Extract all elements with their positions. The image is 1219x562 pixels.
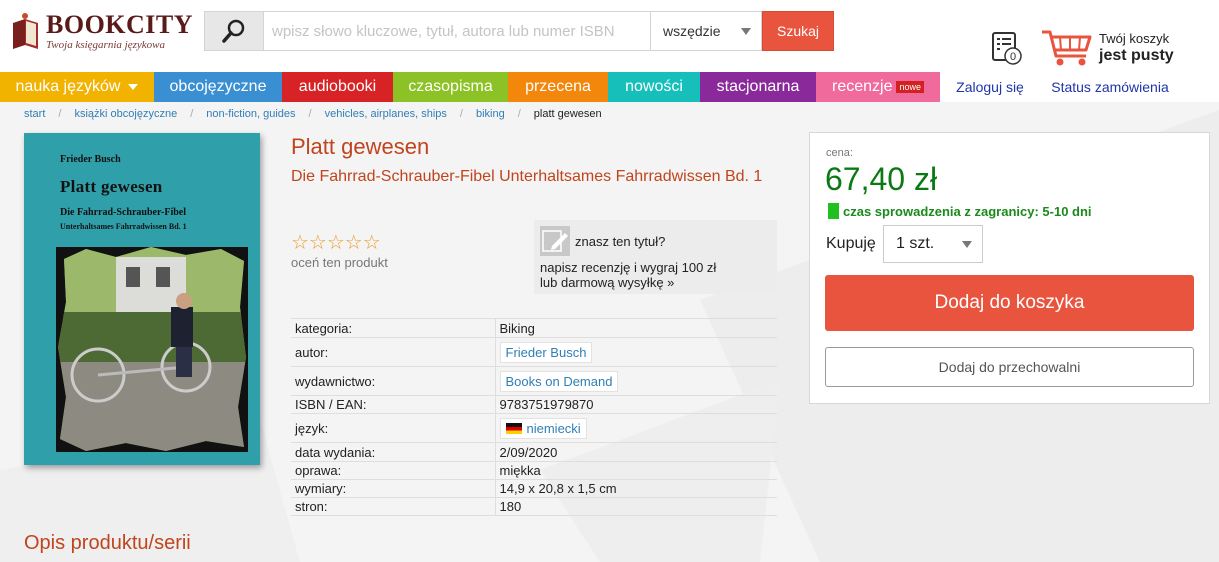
detail-key: oprawa: xyxy=(291,461,495,480)
orders-count: 0 xyxy=(1010,51,1016,63)
site-header: BOOKCITY Twoja księgarnia językowa wszęd… xyxy=(0,0,1219,72)
table-row: ISBN / EAN: 9783751979870 xyxy=(291,395,777,414)
table-row: kategoria: Biking xyxy=(291,318,777,338)
search-scope-value: wszędzie xyxy=(663,23,721,39)
cover-series: Unterhaltsames Fahrradwissen Bd. 1 xyxy=(60,222,187,231)
price-label: cena: xyxy=(826,147,853,159)
pencil-icon xyxy=(540,226,570,256)
nav-item-nauka-jezykow[interactable]: nauka języków xyxy=(0,72,154,102)
book-cover[interactable]: Frieder Busch Platt gewesen Die Fahrrad-… xyxy=(24,133,260,465)
cart-status: jest pusty xyxy=(1099,47,1174,64)
cover-author: Frieder Busch xyxy=(60,154,121,165)
chevron-down-icon xyxy=(741,27,751,35)
book-logo-icon xyxy=(10,11,42,51)
availability-indicator-icon xyxy=(828,203,839,219)
add-to-storage-button[interactable]: Dodaj do przechowalni xyxy=(825,347,1194,387)
add-to-cart-button[interactable]: Dodaj do koszyka xyxy=(825,275,1194,331)
breadcrumb-start[interactable]: start xyxy=(24,108,45,120)
search-button[interactable]: Szukaj xyxy=(762,11,834,51)
detail-key: stron: xyxy=(291,497,495,516)
nav-item-nowosci[interactable]: nowości xyxy=(608,72,700,102)
orders-icon[interactable]: 0 xyxy=(988,30,1024,66)
language-link[interactable]: niemiecki xyxy=(499,417,587,439)
german-flag-icon xyxy=(505,422,522,434)
breadcrumb-non-fiction[interactable]: non-fiction, guides xyxy=(206,108,295,120)
breadcrumb-current: platt gewesen xyxy=(533,108,602,120)
product-subtitle: Die Fahrrad-Schrauber-Fibel Unterhaltsam… xyxy=(291,168,763,185)
nav-item-przecena[interactable]: przecena xyxy=(508,72,608,102)
detail-value: Biking xyxy=(494,318,777,338)
table-row: język: niemiecki xyxy=(291,413,777,443)
product-details-table: kategoria: Biking autor: Frieder Busch w… xyxy=(291,318,777,516)
detail-value: miękka xyxy=(494,461,777,480)
breadcrumb-vehicles[interactable]: vehicles, airplanes, ships xyxy=(325,108,447,120)
detail-key: język: xyxy=(291,413,495,443)
detail-key: ISBN / EAN: xyxy=(291,395,495,414)
detail-key: wymiary: xyxy=(291,479,495,498)
review-question: znasz ten tytuł? xyxy=(575,234,666,249)
nav-item-audiobooki[interactable]: audiobooki xyxy=(282,72,393,102)
cover-subtitle: Die Fahrrad-Schrauber-Fibel xyxy=(60,207,187,218)
order-status-link[interactable]: Status zamówienia xyxy=(1040,72,1180,102)
cover-title: Platt gewesen xyxy=(60,177,163,196)
detail-key: autor: xyxy=(291,337,495,367)
detail-value: 2/09/2020 xyxy=(494,442,777,462)
quantity-label: Kupuję xyxy=(826,235,876,252)
detail-value: 180 xyxy=(494,497,777,516)
rate-label: oceń ten produkt xyxy=(291,255,388,270)
nav-item-stacjonarna[interactable]: stacjonarna xyxy=(700,72,816,102)
main-nav: nauka języków obcojęzyczne audiobooki cz… xyxy=(0,72,1219,102)
search-scope-select[interactable]: wszędzie xyxy=(651,11,762,51)
detail-key: wydawnictwo: xyxy=(291,366,495,396)
detail-value: 14,9 x 20,8 x 1,5 cm xyxy=(494,479,777,498)
rating-stars[interactable]: ☆☆☆☆☆ xyxy=(291,230,381,255)
review-promo[interactable]: znasz ten tytuł? napisz recenzję i wygra… xyxy=(534,220,777,294)
search-bar: wszędzie Szukaj xyxy=(204,11,834,51)
breadcrumb-biking[interactable]: biking xyxy=(476,108,505,120)
cart-summary[interactable]: Twój koszyk jest pusty xyxy=(1099,30,1174,64)
description-heading: Opis produktu/serii xyxy=(24,532,191,554)
nav-item-recenzje[interactable]: recenzje nowe xyxy=(816,72,940,102)
table-row: stron: 180 xyxy=(291,497,777,516)
review-cta: napisz recenzję i wygraj 100 zł lub darm… xyxy=(540,260,717,290)
search-icon[interactable] xyxy=(204,11,264,51)
cart-icon[interactable] xyxy=(1040,28,1094,68)
author-link[interactable]: Frieder Busch xyxy=(499,341,593,363)
price: 67,40 zł xyxy=(825,161,938,197)
product-title: Platt gewesen xyxy=(291,134,430,159)
chevron-down-icon xyxy=(962,240,972,248)
logo-title: BOOKCITY xyxy=(46,9,194,39)
cart-label: Twój koszyk xyxy=(1099,31,1170,46)
search-input[interactable] xyxy=(264,11,651,51)
new-badge: nowe xyxy=(896,81,924,93)
logo-tagline: Twoja księgarnia językowa xyxy=(46,38,165,51)
detail-value: 9783751979870 xyxy=(494,395,777,414)
quantity-value: 1 szt. xyxy=(896,235,935,252)
availability: czas sprowadzenia z zagranicy: 5-10 dni xyxy=(828,203,1092,219)
nav-item-obcojezyczne[interactable]: obcojęzyczne xyxy=(154,72,282,102)
table-row: data wydania: 2/09/2020 xyxy=(291,442,777,462)
buy-box: cena: 67,40 zł czas sprowadzenia z zagra… xyxy=(809,132,1210,404)
breadcrumb-ksiazki-obcojezyczne[interactable]: książki obcojęzyczne xyxy=(74,108,177,120)
cover-photo xyxy=(56,247,248,452)
breadcrumb: start / książki obcojęzyczne / non-ficti… xyxy=(24,108,602,120)
detail-key: kategoria: xyxy=(291,318,495,338)
table-row: wydawnictwo: Books on Demand xyxy=(291,366,777,396)
chevron-down-icon xyxy=(128,84,139,90)
detail-key: data wydania: xyxy=(291,442,495,462)
nav-item-czasopisma[interactable]: czasopisma xyxy=(393,72,508,102)
publisher-link[interactable]: Books on Demand xyxy=(499,370,619,392)
table-row: autor: Frieder Busch xyxy=(291,337,777,367)
table-row: wymiary: 14,9 x 20,8 x 1,5 cm xyxy=(291,479,777,498)
quantity-select[interactable]: 1 szt. xyxy=(883,225,983,263)
table-row: oprawa: miękka xyxy=(291,461,777,480)
logo[interactable]: BOOKCITY Twoja księgarnia językowa xyxy=(10,8,195,54)
login-link[interactable]: Zaloguj się xyxy=(940,72,1040,102)
